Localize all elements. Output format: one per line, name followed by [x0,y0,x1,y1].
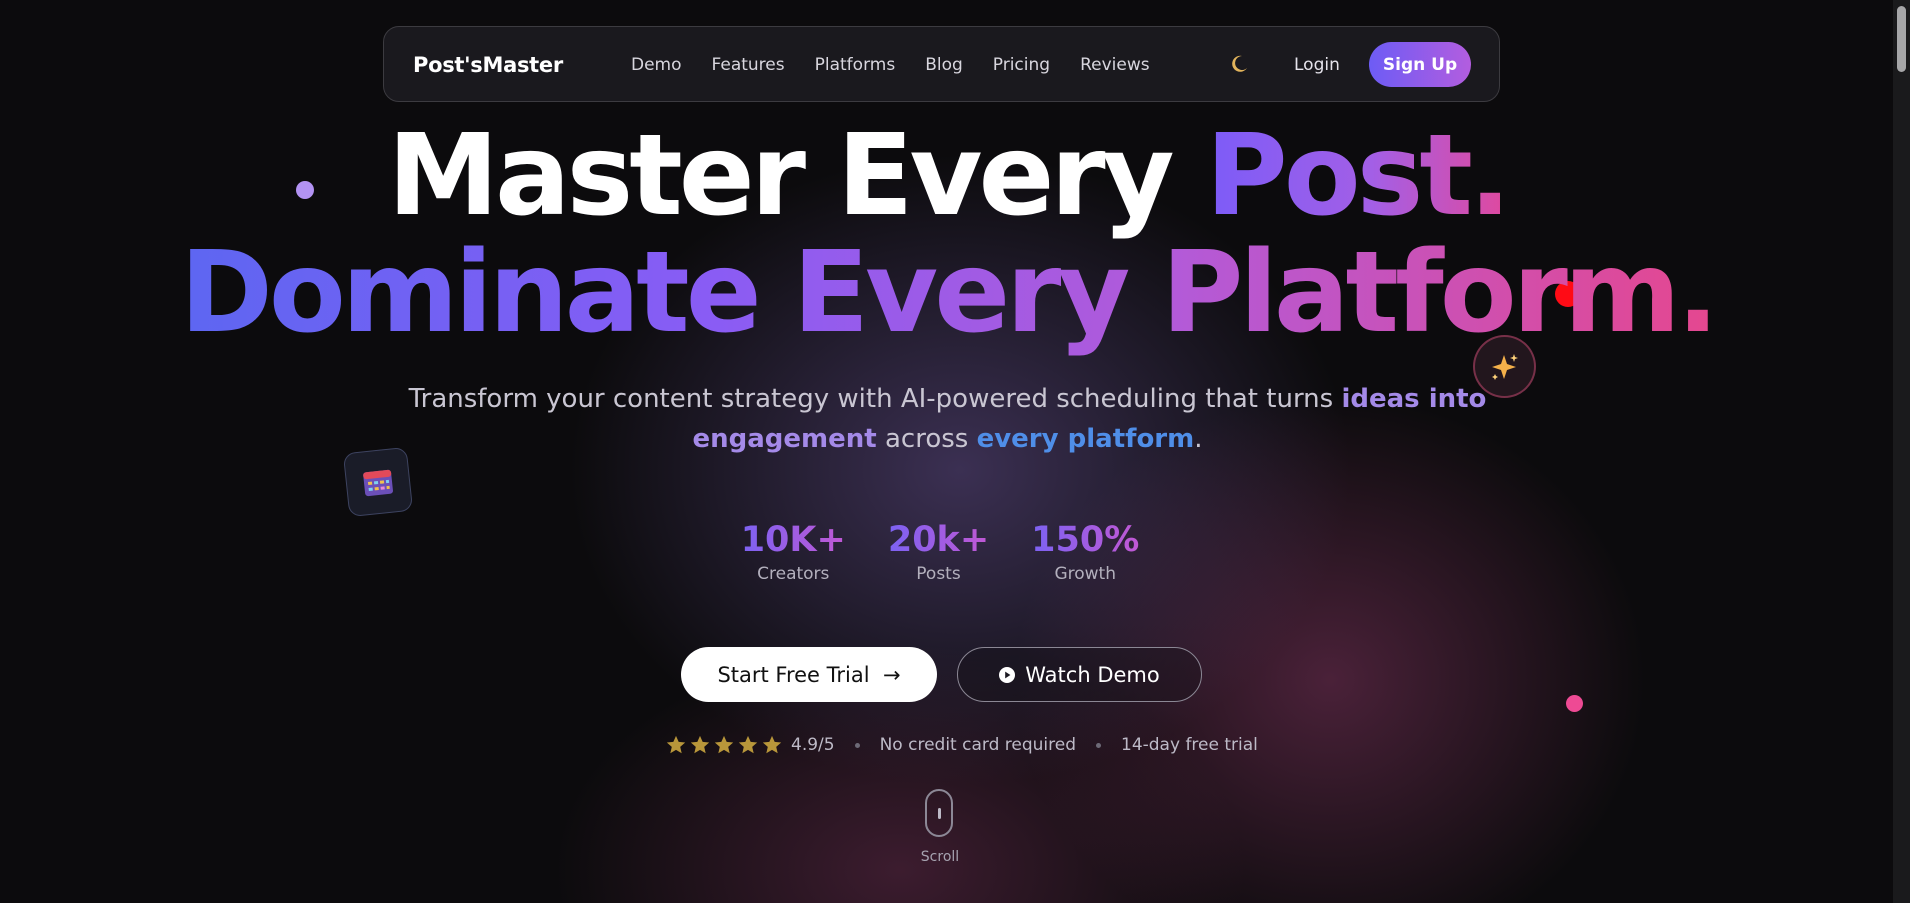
stat-label: Posts [916,564,961,584]
rating-text: 4.9/5 [791,735,835,755]
brand-logo[interactable]: Post'sMaster [413,27,563,103]
star-icon [690,735,710,754]
stat-creators: 10K+ Creators [741,518,846,586]
separator-dot [1096,742,1101,748]
stat-growth: 150% Growth [1031,518,1139,586]
play-icon [999,666,1016,683]
stat-label: Growth [1054,564,1116,584]
scrollbar-thumb[interactable] [1897,6,1906,72]
start-free-trial-label: Start Free Trial [717,662,870,687]
hero-headline-line2: Dominate Every Platform. [0,237,1895,349]
scroll-wheel [938,808,941,819]
nav-links: Demo Features Platforms Blog Pricing Rev… [631,27,1180,103]
headline-line2-text: Dominate Every Platform. [179,228,1719,358]
stats-row: 10K+ Creators 20k+ Posts 150% Growth [0,518,1880,586]
moon-icon[interactable] [1228,53,1250,75]
arrow-right-icon: → [882,662,901,687]
top-navbar: Post'sMaster Demo Features Platforms Blo… [383,26,1500,102]
watch-demo-button[interactable]: Watch Demo [957,647,1202,702]
scroll-label: Scroll [920,849,960,865]
login-link[interactable]: Login [1294,27,1340,103]
nav-link-demo[interactable]: Demo [631,55,682,75]
stat-label: Creators [757,564,830,584]
star-icon [714,735,734,754]
stat-value: 10K+ [740,520,846,560]
sign-up-button[interactable]: Sign Up [1369,42,1471,87]
page-scrollbar[interactable] [1893,0,1910,903]
nav-link-features[interactable]: Features [712,55,785,75]
landing-page: Post'sMaster Demo Features Platforms Blo… [0,0,1910,903]
star-icon [666,735,686,754]
stat-value: 150% [1031,520,1140,560]
watch-demo-label: Watch Demo [1025,662,1160,687]
nav-link-platforms[interactable]: Platforms [815,55,896,75]
free-trial-text: 14-day free trial [1121,735,1258,755]
star-rating [665,734,783,756]
headline-gradient-text: Post. [1205,111,1512,241]
stat-value: 20k+ [887,520,990,560]
subtitle-highlight-platform: every platform [976,424,1195,454]
calendar-icon [363,469,393,497]
trust-row: 4.9/5 No credit card required 14-day fre… [665,733,1258,757]
hero-headline-line1: Master Every Post. [0,120,1895,232]
no-credit-card-text: No credit card required [879,735,1076,755]
nav-link-pricing[interactable]: Pricing [993,55,1050,75]
nav-link-reviews[interactable]: Reviews [1080,55,1150,75]
headline-white-text: Master Every [387,111,1206,241]
nav-link-blog[interactable]: Blog [925,55,963,75]
decorative-dot-pink [1566,695,1583,712]
subtitle-part3: . [1194,424,1203,454]
subtitle-part1: Transform your content strategy with AI-… [408,384,1342,414]
start-free-trial-button[interactable]: Start Free Trial → [681,647,937,702]
star-icon [762,735,782,754]
subtitle-part2: across [876,424,977,454]
separator-dot [854,742,860,748]
hero-subtitle: Transform your content strategy with AI-… [395,379,1500,459]
stat-posts: 20k+ Posts [888,518,989,586]
scroll-mouse-icon[interactable] [925,789,953,837]
star-icon [738,735,758,754]
